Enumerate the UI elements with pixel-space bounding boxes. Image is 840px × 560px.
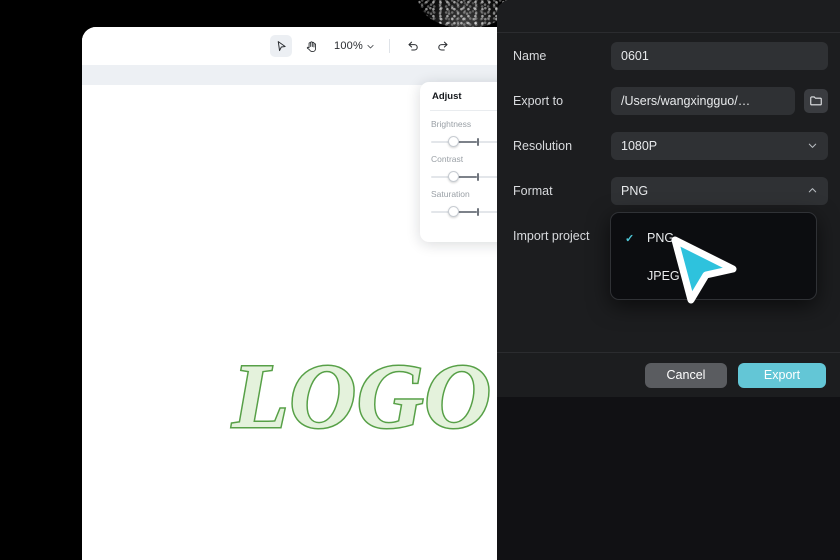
slider-knob[interactable] xyxy=(448,206,460,217)
format-option-jpeg[interactable]: JPEG xyxy=(611,257,816,295)
resolution-select[interactable]: 1080P xyxy=(611,131,828,160)
hand-tool-button[interactable] xyxy=(300,35,322,57)
slider-knob[interactable] xyxy=(448,136,460,147)
chevron-down-icon xyxy=(367,44,374,48)
name-input-value: 0601 xyxy=(621,48,649,63)
export-dialog-footer: Cancel Export xyxy=(497,353,840,397)
resolution-label: Resolution xyxy=(513,138,573,153)
export-to-value: /Users/wangxingguo/… xyxy=(621,93,751,108)
format-value: PNG xyxy=(621,183,649,198)
export-to-input[interactable]: /Users/wangxingguo/… xyxy=(611,86,795,115)
chevron-up-icon xyxy=(808,188,817,193)
import-project-label: Import project xyxy=(513,228,590,243)
format-select[interactable]: PNG xyxy=(611,176,828,205)
undo-icon xyxy=(408,41,418,51)
toolbar-divider xyxy=(388,39,390,53)
format-row: Format PNG xyxy=(497,168,840,213)
redo-icon xyxy=(438,41,448,51)
export-button[interactable]: Export xyxy=(738,362,826,388)
export-to-label: Export to xyxy=(513,93,564,108)
format-option-png[interactable]: ✓ PNG xyxy=(611,219,816,257)
cancel-button[interactable]: Cancel xyxy=(645,362,727,388)
name-label: Name xyxy=(513,48,547,63)
format-label: Format xyxy=(513,183,553,198)
logo-artwork-text[interactable]: LOGO xyxy=(231,343,493,449)
folder-icon xyxy=(810,95,822,105)
dialog-backdrop-lower xyxy=(497,397,840,560)
screen-root: 100% LOGO Adjust Brightness Contrast Sat… xyxy=(0,0,840,560)
name-input[interactable]: 0601 xyxy=(611,41,828,70)
resolution-row: Resolution 1080P xyxy=(497,123,840,168)
undo-button[interactable] xyxy=(402,35,424,57)
zoom-level-value: 100% xyxy=(334,40,363,52)
zoom-level-dropdown[interactable]: 100% xyxy=(334,40,375,52)
format-dropdown-menu: ✓ PNG JPEG xyxy=(610,212,817,300)
hand-icon xyxy=(306,40,316,52)
format-option-png-label: PNG xyxy=(647,231,675,245)
redo-button[interactable] xyxy=(432,35,454,57)
chevron-down-icon xyxy=(808,143,817,148)
export-dialog: Name 0601 Export to /Users/wangxingguo/…… xyxy=(497,0,840,397)
export-to-row: Export to /Users/wangxingguo/… xyxy=(497,78,840,123)
select-tool-button[interactable] xyxy=(270,35,293,57)
resolution-value: 1080P xyxy=(621,138,658,153)
format-option-jpeg-label: JPEG xyxy=(647,269,680,283)
check-icon: ✓ xyxy=(625,232,635,245)
name-row: Name 0601 xyxy=(497,33,840,78)
slider-knob[interactable] xyxy=(448,171,460,182)
browse-folder-button[interactable] xyxy=(804,88,828,113)
select-arrow-icon xyxy=(277,40,286,51)
